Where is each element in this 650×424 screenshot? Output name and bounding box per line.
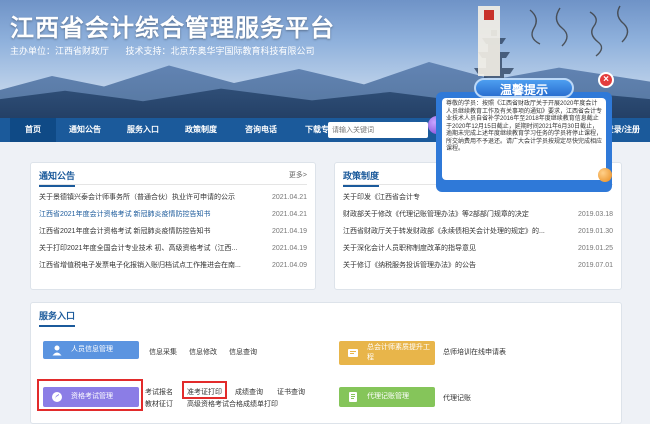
policy-row[interactable]: 关于修订《纳税服务投诉管理办法》的公告 2019.07.01 bbox=[343, 259, 613, 273]
ledger-icon bbox=[349, 392, 357, 402]
exam-button-highlight-box bbox=[37, 379, 143, 411]
notice-date: 2021.04.19 bbox=[271, 245, 307, 252]
decor-ball-icon bbox=[598, 168, 612, 182]
policy-title[interactable]: 江西省财政厅关于转发财政部《永续债相关会计处理的规定》的... bbox=[343, 225, 583, 239]
bookkeeping-link[interactable]: 代理记账 bbox=[443, 393, 471, 403]
info-collect-link[interactable]: 信息采集 bbox=[149, 347, 177, 357]
certificate-icon bbox=[348, 349, 358, 357]
policy-date: 2019.03.18 bbox=[577, 211, 613, 218]
notice-title[interactable]: 江西省增值税电子发票电子化报销入账归档试点工作推进会在南... bbox=[39, 259, 279, 273]
popup-title: 温馨提示 bbox=[474, 78, 574, 98]
policy-title[interactable]: 关于修订《纳税服务投诉管理办法》的公告 bbox=[343, 259, 583, 273]
nav-policies[interactable]: 政策制度 bbox=[176, 118, 226, 142]
nav-services[interactable]: 服务入口 bbox=[118, 118, 168, 142]
score-query-link[interactable]: 成绩查询 bbox=[235, 387, 263, 397]
notice-date: 2021.04.19 bbox=[271, 228, 307, 235]
notice-title[interactable]: 关于景德镇兴泰会计师事务所（普通合伙）执业许可申请的公示 bbox=[39, 191, 279, 205]
policy-date: 2019.07.01 bbox=[577, 262, 613, 269]
search-input[interactable] bbox=[328, 122, 428, 138]
notices-title[interactable]: 通知公告 bbox=[39, 169, 76, 187]
sponsor-text: 主办单位：江西省财政厅 bbox=[10, 46, 110, 56]
notice-row[interactable]: 江西省增值税电子发票电子化报销入账归档试点工作推进会在南... 2021.04.… bbox=[39, 259, 307, 273]
nav-notices[interactable]: 通知公告 bbox=[60, 118, 110, 142]
services-title: 服务入口 bbox=[39, 309, 76, 327]
close-icon[interactable]: × bbox=[598, 72, 614, 88]
notices-panel: 通知公告 更多> 关于景德镇兴泰会计师事务所（普通合伙）执业许可申请的公示 20… bbox=[30, 162, 316, 290]
calligraphy-decoration-icon bbox=[478, 5, 629, 76]
cfo-training-apply-link[interactable]: 总师培训在线申请表 bbox=[443, 347, 506, 357]
admission-ticket-highlight-box bbox=[182, 381, 227, 399]
policy-date: 2019.01.25 bbox=[577, 245, 613, 252]
textbook-order-link[interactable]: 教材征订 bbox=[145, 399, 173, 409]
cfo-training-button[interactable]: 总会计师素质提升工程 bbox=[339, 341, 435, 365]
certificate-query-link[interactable]: 证书查询 bbox=[277, 387, 305, 397]
notice-row[interactable]: 关于打印2021年度全国会计专业技术 初、高级资格考试（江西... 2021.0… bbox=[39, 242, 307, 256]
bookkeeping-label: 代理记账管理 bbox=[367, 393, 409, 400]
policy-row[interactable]: 财政部关于修改《代理记账管理办法》等2部部门规章的决定 2019.03.18 bbox=[343, 208, 613, 222]
nav-home[interactable]: 首页 bbox=[10, 118, 56, 142]
policy-row[interactable]: 关于深化会计人员职称制度改革的指导意见 2019.01.25 bbox=[343, 242, 613, 256]
notice-date: 2021.04.21 bbox=[271, 211, 307, 218]
policy-row[interactable]: 江西省财政厅关于转发财政部《永续债相关会计处理的规定》的... 2019.01.… bbox=[343, 225, 613, 239]
notice-title[interactable]: 江西省2021年度会计资格考试 新冠肺炎疫情防控告知书 bbox=[39, 225, 279, 239]
policy-title[interactable]: 财政部关于修改《代理记账管理办法》等2部部门规章的决定 bbox=[343, 208, 583, 222]
exam-register-link[interactable]: 考试报名 bbox=[145, 387, 173, 397]
notice-row[interactable]: 关于景德镇兴泰会计师事务所（普通合伙）执业许可申请的公示 2021.04.21 bbox=[39, 191, 307, 205]
site-subtitle: 主办单位：江西省财政厅 技术支持：北京东奥华宇国际教育科技有限公司 bbox=[10, 44, 329, 57]
personal-info-label: 人员信息管理 bbox=[71, 346, 113, 353]
notice-row[interactable]: 江西省2021年度会计资格考试 新冠肺炎疫情防控告知书 2021.04.21 bbox=[39, 208, 307, 222]
nav-hotline[interactable]: 咨询电话 bbox=[236, 118, 286, 142]
policy-title[interactable]: 关于深化会计人员职称制度改革的指导意见 bbox=[343, 242, 583, 256]
notices-more-link[interactable]: 更多> bbox=[289, 170, 307, 180]
user-icon bbox=[52, 345, 62, 356]
policies-title[interactable]: 政策制度 bbox=[343, 169, 380, 187]
info-edit-link[interactable]: 信息修改 bbox=[189, 347, 217, 357]
notices-header: 通知公告 更多> bbox=[39, 169, 307, 187]
policy-date: 2019.01.30 bbox=[577, 228, 613, 235]
senior-score-print-link[interactable]: 高级资格考试合格成绩单打印 bbox=[187, 399, 278, 409]
services-panel: 服务入口 人员信息管理 信息采集 信息修改 信息查询 总会计师素质提升工程 总师… bbox=[30, 302, 622, 424]
notice-title[interactable]: 江西省2021年度会计资格考试 新冠肺炎疫情防控告知书 bbox=[39, 208, 279, 222]
personal-info-button[interactable]: 人员信息管理 bbox=[43, 341, 139, 359]
notice-title[interactable]: 关于打印2021年度全国会计专业技术 初、高级资格考试（江西... bbox=[39, 242, 279, 256]
tech-support-text: 技术支持：北京东奥华宇国际教育科技有限公司 bbox=[125, 46, 315, 56]
popup-body-text: 尊敬的学员：按照《江西省财政厅关于开展2020年度会计人员继续教育工作及有关事项… bbox=[442, 98, 606, 180]
notice-date: 2021.04.09 bbox=[271, 262, 307, 269]
notice-popup: 温馨提示 × 尊敬的学员：按照《江西省财政厅关于开展2020年度会计人员继续教育… bbox=[428, 70, 616, 194]
bookkeeping-button[interactable]: 代理记账管理 bbox=[339, 387, 435, 407]
site-title: 江西省会计综合管理服务平台 bbox=[10, 15, 335, 42]
info-query-link[interactable]: 信息查询 bbox=[229, 347, 257, 357]
notice-date: 2021.04.21 bbox=[271, 194, 307, 201]
cfo-training-label: 总会计师素质提升工程 bbox=[367, 344, 430, 361]
notice-row[interactable]: 江西省2021年度会计资格考试 新冠肺炎疫情防控告知书 2021.04.19 bbox=[39, 225, 307, 239]
